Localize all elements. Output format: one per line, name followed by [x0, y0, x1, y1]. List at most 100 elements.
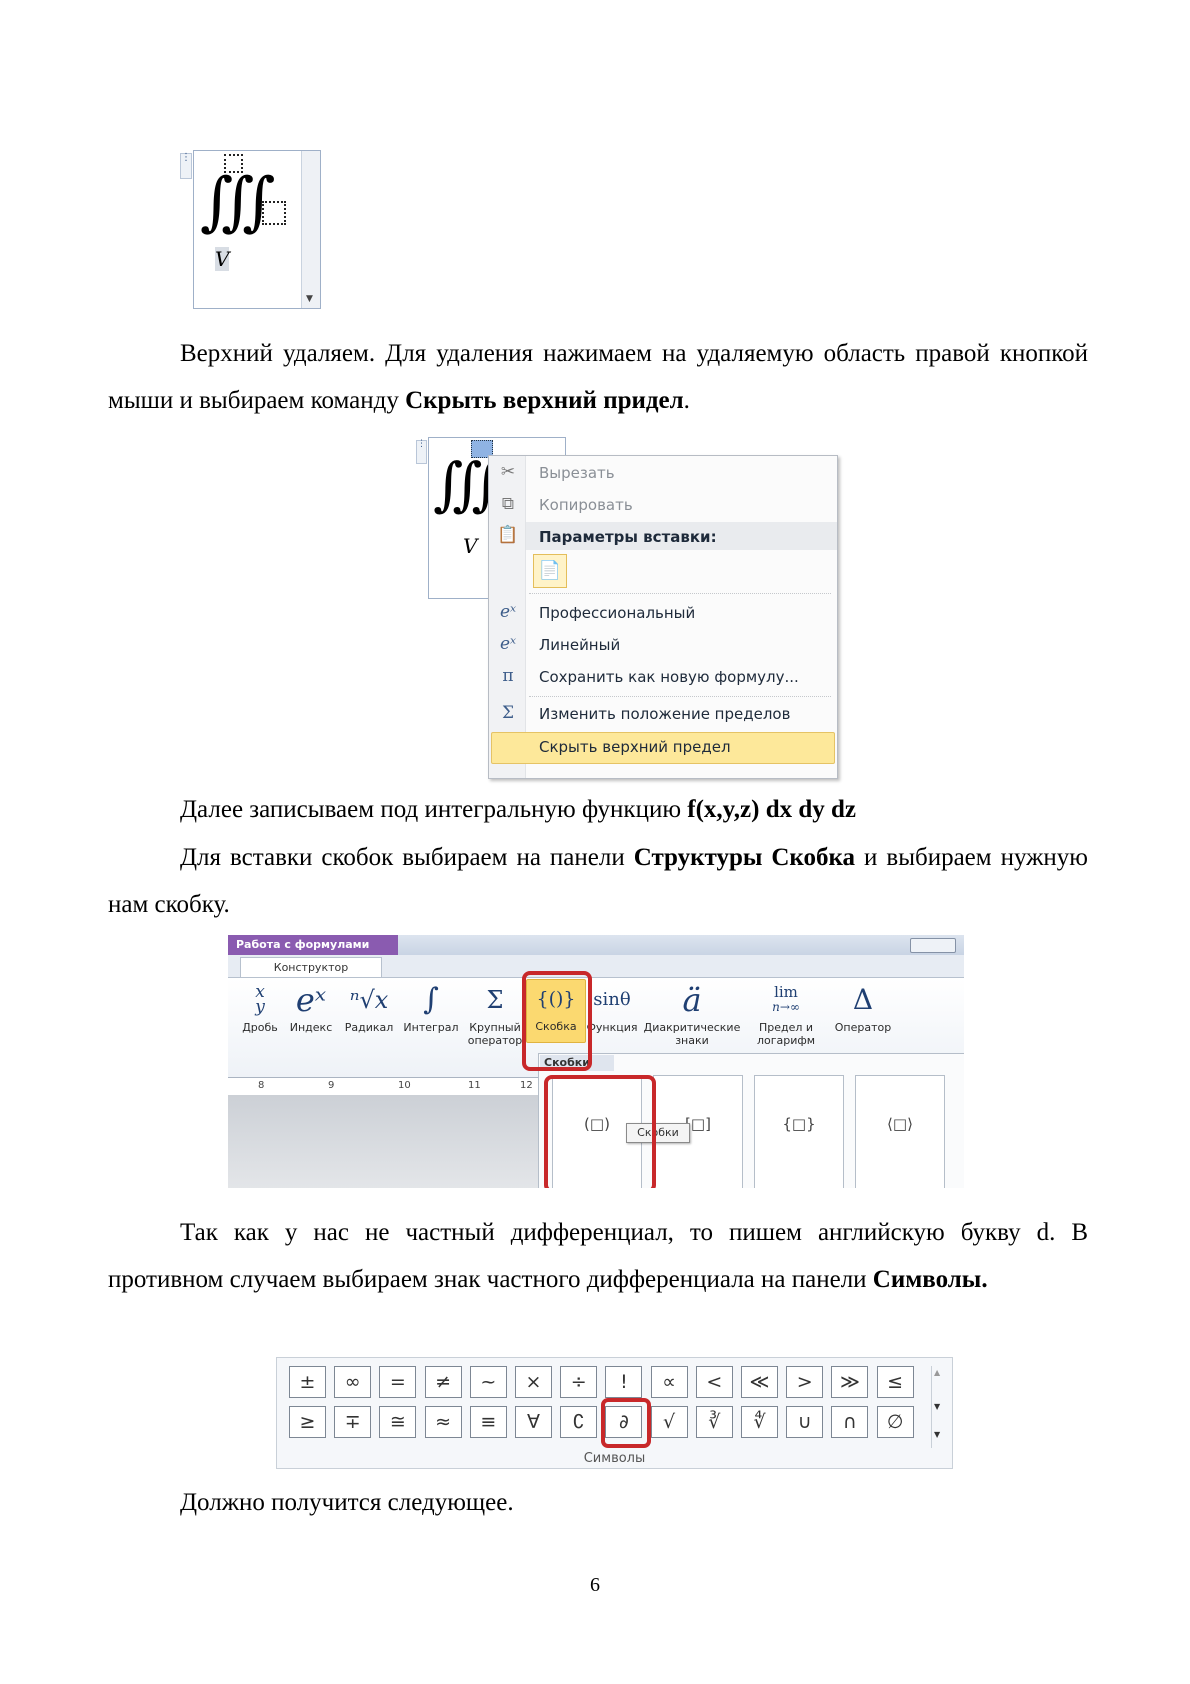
- operator-button[interactable]: Δ Оператор: [828, 981, 898, 1034]
- chevron-down-icon[interactable]: ▼: [306, 294, 313, 304]
- radical-button[interactable]: ⁿ√x Радикал: [340, 981, 398, 1034]
- document-area: [228, 1095, 538, 1188]
- limit-subscript: n→∞: [772, 1000, 800, 1014]
- scissors-icon: ✂: [500, 462, 516, 482]
- symbol-button[interactable]: ≈: [424, 1406, 462, 1438]
- scroll-down-icon[interactable]: ▼: [934, 1402, 940, 1411]
- symbol-button[interactable]: ∅: [876, 1406, 914, 1438]
- menu-item-change-limits[interactable]: Изменить положение пределов: [539, 705, 790, 723]
- radical-label: Радикал: [344, 1021, 394, 1034]
- context-menu: ✂ Вырезать ⧉ Копировать 📋 Параметры вста…: [488, 455, 838, 779]
- script-label: Индекс: [289, 1021, 333, 1034]
- integral-icon: ∫: [423, 982, 439, 1017]
- accent-label: Диакритические знаки: [643, 1021, 741, 1047]
- paste-keep-text-button[interactable]: 📄: [533, 554, 567, 588]
- accent-icon: ä: [682, 981, 702, 1019]
- large-operator-button[interactable]: Σ Крупный оператор: [464, 981, 526, 1047]
- bracket-tile-angle[interactable]: ⟨□⟩: [855, 1075, 945, 1188]
- symbol-button[interactable]: ≥: [289, 1406, 326, 1438]
- title-bar: Работа с формулами: [228, 935, 964, 955]
- page-number: 6: [590, 1574, 600, 1596]
- script-button[interactable]: eˣ Индекс: [284, 981, 338, 1034]
- integral-label: Интеграл: [403, 1021, 459, 1034]
- symbol-button[interactable]: ∜: [741, 1406, 778, 1438]
- paragraph-1: Верхний удаляем. Для удаления нажимаем н…: [108, 330, 1088, 424]
- limits-position-icon: Σ: [501, 703, 515, 723]
- symbol-button[interactable]: ∝: [650, 1366, 688, 1398]
- equation-handle[interactable]: ⋮: [180, 153, 192, 179]
- context-menu-figure: ⋮ ∭ V ✂ Вырезать ⧉ Копировать 📋 Параметр…: [416, 437, 838, 779]
- ruler-tick: 8: [258, 1080, 265, 1091]
- symbol-button[interactable]: ~: [469, 1366, 507, 1398]
- menu-separator: [529, 696, 831, 697]
- symbol-button[interactable]: ×: [515, 1366, 552, 1398]
- function-label: Функция: [586, 1021, 638, 1034]
- paragraph-1-end: .: [683, 387, 690, 414]
- highlight-bracket-button: [522, 971, 592, 1071]
- gallery-scrollbar[interactable]: ▲ ▼ ▼: [931, 1366, 948, 1448]
- symbol-button[interactable]: >: [786, 1366, 824, 1398]
- window-controls[interactable]: [910, 938, 956, 953]
- limit-log-button[interactable]: lim n→∞ Предел и логарифм: [746, 981, 826, 1047]
- symbol-button[interactable]: ÷: [560, 1366, 598, 1398]
- symbol-button[interactable]: !: [605, 1366, 643, 1398]
- save-equation-icon: π: [502, 666, 514, 686]
- menu-item-save-equation[interactable]: Сохранить как новую формулу...: [539, 668, 799, 686]
- large-operator-icon: Σ: [486, 986, 504, 1014]
- integrand-placeholder[interactable]: [262, 201, 286, 225]
- symbol-button[interactable]: ≠: [424, 1366, 462, 1398]
- equation-box-1[interactable]: ⋮ ∭ V ▼: [180, 150, 321, 309]
- symbol-button[interactable]: ≅: [379, 1406, 417, 1438]
- menu-item-linear[interactable]: Линейный: [539, 636, 620, 654]
- linear-format-icon: eˣ: [499, 634, 517, 654]
- equation-handle[interactable]: ⋮: [416, 440, 427, 464]
- scroll-up-icon[interactable]: ▲: [934, 1368, 940, 1377]
- symbol-button[interactable]: ±: [289, 1366, 326, 1398]
- symbol-button[interactable]: ∩: [831, 1406, 869, 1438]
- expand-gallery-icon[interactable]: ▼: [934, 1430, 940, 1439]
- symbol-button[interactable]: ∞: [334, 1366, 372, 1398]
- paragraph-3: Для вставки скобок выбираем на панели Ст…: [108, 834, 1088, 928]
- accent-button[interactable]: ä Диакритические знаки: [640, 981, 744, 1047]
- symbol-button[interactable]: ≪: [741, 1366, 778, 1398]
- paragraph-2: Далее записываем под интегральную функци…: [180, 786, 1080, 833]
- symbol-button[interactable]: ∁: [560, 1406, 598, 1438]
- function-button[interactable]: sinθ Функция: [586, 981, 638, 1034]
- symbol-button[interactable]: <: [695, 1366, 733, 1398]
- tab-constructor[interactable]: Конструктор: [240, 957, 382, 978]
- symbol-button[interactable]: =: [379, 1366, 417, 1398]
- equation-scrollbar[interactable]: ▼: [301, 151, 320, 308]
- paragraph-4-bold: Символы.: [872, 1266, 988, 1293]
- symbol-button[interactable]: ≫: [831, 1366, 869, 1398]
- paragraph-4: Так как у нас не частный дифференциал, т…: [108, 1209, 1088, 1303]
- menu-item-professional[interactable]: Профессиональный: [539, 604, 695, 622]
- symbol-button[interactable]: ∪: [786, 1406, 824, 1438]
- paragraph-2-formula: f(x,y,z) dx dy dz: [687, 796, 857, 823]
- operator-label: Оператор: [834, 1021, 892, 1034]
- symbol-button[interactable]: ∀: [515, 1406, 552, 1438]
- highlight-parentheses-tile: [544, 1075, 656, 1188]
- menu-item-copy[interactable]: Копировать: [539, 496, 633, 514]
- integral-button[interactable]: ∫ Интеграл: [400, 981, 462, 1034]
- menu-item-cut[interactable]: Вырезать: [539, 464, 615, 482]
- fraction-button[interactable]: xy Дробь: [236, 981, 284, 1035]
- fraction-label: Дробь: [242, 1021, 278, 1034]
- lower-limit[interactable]: V: [215, 247, 230, 271]
- symbol-button[interactable]: ∓: [334, 1406, 372, 1438]
- symbol-button[interactable]: ≡: [469, 1406, 507, 1438]
- bracket-tile-curly[interactable]: {□}: [754, 1075, 844, 1188]
- hide-limit-icon: [497, 736, 519, 758]
- paste-icon: 📋: [497, 525, 519, 545]
- professional-format-icon: eˣ: [499, 602, 517, 622]
- symbol-button[interactable]: ∛: [695, 1406, 733, 1438]
- highlight-partial-symbol: [601, 1398, 651, 1448]
- symbols-panel: ± ∞ = ≠ ~ × ÷! ∝ < ≪ > ≫ ≤ ≥ ∓ ≅ ≈ ≡ ∀ ∁ ∂ √ ∛ ∜ ∪ ∩ ∅ ▲ ▼ ▼ Симв…: [276, 1357, 953, 1469]
- symbol-button[interactable]: √: [650, 1406, 688, 1438]
- symbol-button[interactable]: ≤: [876, 1366, 914, 1398]
- ruler-tick: 9: [328, 1080, 335, 1091]
- operator-icon: Δ: [852, 983, 874, 1016]
- lower-limit: V: [463, 534, 478, 558]
- menu-separator: [529, 593, 831, 594]
- menu-item-hide-upper-limit[interactable]: Скрыть верхний предел: [539, 738, 731, 756]
- ruler-tick: 10: [398, 1080, 411, 1091]
